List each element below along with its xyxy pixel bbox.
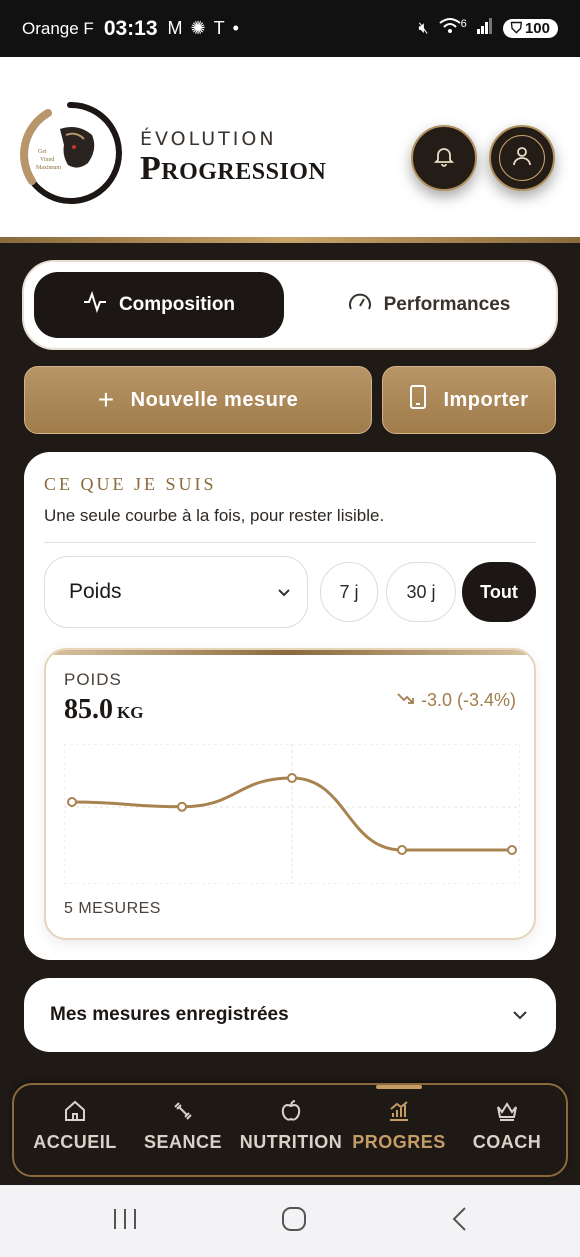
battery-indicator: ⛉ 100 [502,19,558,38]
phone-icon [409,385,427,415]
plus-icon: + [97,384,115,415]
card-divider [44,542,536,543]
active-indicator [376,1085,422,1089]
dot-icon: • [232,18,239,38]
metric-delta-value: -3.0 (-3.4%) [420,690,516,710]
avatar [499,135,545,181]
new-measure-button[interactable]: + Nouvelle mesure [24,366,372,434]
shield-icon: ⛉ [510,20,522,37]
carrier-label: Orange F [22,18,94,38]
metric-label: POIDS [64,670,122,689]
composition-card: Ce que je suis Une seule courbe à la foi… [24,452,556,960]
svg-text:Maximum: Maximum [36,165,61,171]
trend-down-icon [397,690,415,711]
data-point-3[interactable] [287,773,297,783]
openai-icon: ✺ [190,18,206,38]
card-title: Ce que je suis [44,474,217,494]
tab-performances[interactable]: Performances [314,272,544,338]
battery-level: 100 [524,20,550,37]
metric-value-wrap: 85.0 KG [64,694,143,726]
notification-icons: M ✺ T • [168,18,239,39]
data-point-4[interactable] [397,845,407,855]
card-description: Une seule courbe à la fois, pour rester … [44,506,385,525]
import-button[interactable]: Importer [382,366,556,434]
recents-icon[interactable] [112,1207,138,1236]
system-icons: 🔇︎ 6 ⛉ 100 [418,17,558,40]
chart-grid [64,744,520,884]
metric-delta: -3.0 (-3.4%) [397,690,516,711]
bell-icon [432,144,456,173]
saved-measures-accordion[interactable]: Mes mesures enregistrées [24,978,556,1052]
wifi-icon [438,17,461,40]
clock: 03:13 [103,16,158,40]
range-30d-button[interactable]: 30 j [386,562,456,622]
chart-icon [387,1099,411,1128]
back-icon[interactable] [450,1206,468,1237]
brand-logo: Get Vixed Maximum [18,101,122,205]
user-icon [510,144,534,173]
mute-icon: 🔇︎ [418,19,429,37]
weight-line-chart [64,744,520,884]
dumbbell-icon [171,1099,195,1128]
system-navigation-bar [0,1185,580,1257]
profile-button[interactable] [489,125,555,191]
home-button-icon[interactable] [281,1206,307,1237]
page-title: Progression [140,150,327,187]
metric-select-value: Poids [69,580,122,603]
crown-icon [495,1099,519,1128]
nav-nutrition[interactable]: NUTRITION [236,1099,346,1153]
bottom-navigation: ACCUEIL SEANCE NUTRITION PROGRES COACH [12,1083,568,1177]
chevron-down-icon [512,1004,528,1026]
gauge-icon [348,291,372,319]
gmail-icon: M [167,18,183,38]
notifications-button[interactable] [411,125,477,191]
signal-icon [476,18,493,39]
chart-panel: POIDS 85.0 KG -3.0 (-3.4%) 5 MESURES [44,648,536,940]
network-label: 6 [460,17,467,30]
svg-text:Vixed: Vixed [40,157,54,163]
metric-select[interactable]: Poids [44,556,308,628]
logo-text-1: Get [38,149,47,155]
nav-coach-label: COACH [472,1132,542,1152]
data-point-1[interactable] [67,797,77,807]
nav-accueil-label: ACCUEIL [33,1132,117,1152]
nav-nutrition-label: NUTRITION [239,1132,343,1152]
nav-progres-label: PROGRES [352,1132,446,1152]
tesla-icon: T [213,18,225,38]
tab-composition[interactable]: Composition [34,272,284,338]
nav-accueil[interactable]: ACCUEIL [20,1099,130,1153]
chevron-down-icon [277,580,291,604]
tab-performances-label: Performances [383,294,511,315]
measures-count: 5 MESURES [64,900,161,917]
range-all-button[interactable]: Tout [462,562,536,622]
data-point-2[interactable] [177,801,187,812]
nav-coach[interactable]: COACH [452,1099,562,1153]
nav-seance-label: SEANCE [143,1132,222,1152]
section-tabs: Composition Performances [24,262,556,348]
status-bar: Orange F 03:13 M ✺ T • 🔇︎ 6 ⛉ 100 [0,0,580,57]
chart-accent-line [46,650,534,655]
range-7d-button[interactable]: 7 j [320,562,378,622]
import-label: Importer [443,388,529,411]
nav-seance[interactable]: SEANCE [128,1099,238,1153]
activity-icon [83,290,107,319]
tab-composition-label: Composition [118,294,236,315]
metric-unit: KG [117,703,144,722]
apple-icon [279,1099,303,1128]
header-subtitle: ÉVOLUTION [140,128,277,150]
saved-measures-label: Mes mesures enregistrées [50,1004,289,1025]
nav-progres[interactable]: PROGRES [344,1085,454,1153]
new-measure-label: Nouvelle mesure [130,388,299,411]
header-divider [0,237,580,243]
metric-value: 85.0 [64,694,113,725]
data-point-5[interactable] [507,845,517,855]
home-icon [63,1099,87,1128]
